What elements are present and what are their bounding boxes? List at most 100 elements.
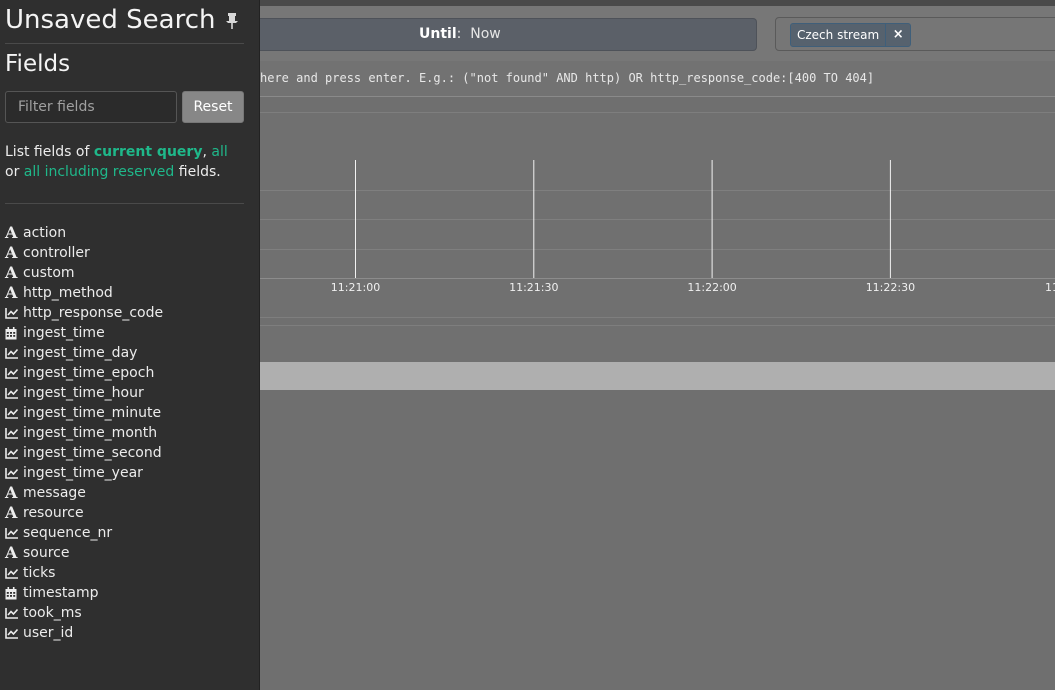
date-type-icon [5, 586, 21, 600]
field-item[interactable]: Aresource [5, 503, 245, 523]
numeric-type-icon [5, 386, 21, 400]
results-header-row [260, 325, 1055, 362]
numeric-type-icon [5, 346, 21, 360]
until-label: Until [419, 26, 457, 42]
pin-icon[interactable] [224, 12, 240, 30]
field-item[interactable]: ticks [5, 563, 245, 583]
all-reserved-link[interactable]: all including reserved [24, 164, 175, 180]
field-name: message [23, 485, 86, 501]
field-name: ingest_time_hour [23, 385, 144, 401]
query-placeholder: here and press enter. E.g.: ("not found"… [260, 71, 875, 85]
remove-stream-icon[interactable]: × [886, 24, 910, 46]
string-type-icon: A [5, 503, 18, 522]
field-item[interactable]: ingest_time_day [5, 343, 245, 363]
field-name: user_id [23, 625, 74, 641]
all-fields-link[interactable]: all [211, 144, 227, 160]
field-name: took_ms [23, 605, 82, 621]
field-item[interactable]: sequence_nr [5, 523, 245, 543]
list-text-or: or [5, 164, 24, 180]
sidebar-divider [5, 43, 244, 44]
timerange-until: Until: Now [419, 26, 501, 42]
fields-heading: Fields [5, 51, 71, 77]
x-tick-label: 11:21:00 [331, 281, 380, 294]
field-item[interactable]: ingest_time_second [5, 443, 245, 463]
numeric-type-icon [5, 406, 21, 420]
filter-fields-input[interactable] [5, 91, 177, 123]
field-item[interactable]: Amessage [5, 483, 245, 503]
field-name: source [23, 545, 70, 561]
field-name: ticks [23, 565, 56, 581]
query-input[interactable]: here and press enter. E.g.: ("not found"… [260, 61, 1055, 97]
search-title: Unsaved Search [5, 5, 216, 35]
string-type-icon: A [5, 243, 18, 262]
field-item[interactable]: ingest_time_hour [5, 383, 245, 403]
current-query-link[interactable]: current query [94, 144, 203, 160]
field-item[interactable]: Asource [5, 543, 245, 563]
field-item[interactable]: user_id [5, 623, 245, 643]
field-name: ingest_time_year [23, 465, 143, 481]
x-tick-label: 11: [1045, 281, 1055, 294]
list-fields-description: List fields of current query, all or all… [5, 142, 245, 182]
field-item[interactable]: took_ms [5, 603, 245, 623]
field-name: http_response_code [23, 305, 164, 321]
field-item[interactable]: ingest_time_month [5, 423, 245, 443]
timerange-until-box[interactable]: Until: Now [260, 18, 757, 51]
numeric-type-icon [5, 446, 21, 460]
field-item[interactable]: ingest_time [5, 323, 245, 343]
field-list: Aaction Acontroller Acustom Ahttp_method htt… [5, 223, 245, 643]
until-separator: : [456, 26, 462, 42]
numeric-type-icon [5, 566, 21, 580]
numeric-type-icon [5, 526, 21, 540]
sidebar-divider [5, 203, 244, 204]
list-text-prefix: List fields of [5, 144, 94, 160]
field-item[interactable]: Aaction [5, 223, 245, 243]
field-item[interactable]: timestamp [5, 583, 245, 603]
numeric-type-icon [5, 366, 21, 380]
stream-tag: Czech stream × [790, 23, 912, 47]
field-name: sequence_nr [23, 525, 113, 541]
field-name: ingest_time_epoch [23, 365, 155, 381]
field-name: timestamp [23, 585, 99, 601]
field-item[interactable]: ingest_time_minute [5, 403, 245, 423]
x-tick-label: 11:22:30 [866, 281, 915, 294]
field-name: custom [23, 265, 75, 281]
string-type-icon: A [5, 223, 18, 242]
field-name: resource [23, 505, 84, 521]
x-tick-label: 11:22:00 [687, 281, 736, 294]
stream-tag-label: Czech stream [791, 24, 887, 46]
date-type-icon [5, 326, 21, 340]
until-value: Now [470, 26, 501, 42]
field-item[interactable]: Acustom [5, 263, 245, 283]
string-type-icon: A [5, 263, 18, 282]
field-name: ingest_time_second [23, 445, 162, 461]
results-bar [260, 362, 1055, 390]
numeric-type-icon [5, 606, 21, 620]
x-tick-label: 11:21:30 [509, 281, 558, 294]
field-name: ingest_time_day [23, 345, 138, 361]
list-text-suffix: fields. [174, 164, 221, 180]
sidebar: Unsaved Search Fields Reset List fields … [0, 0, 260, 690]
search-bar-row: Until: Now Czech stream × [260, 6, 1055, 61]
field-name: ingest_time_minute [23, 405, 162, 421]
reset-button[interactable]: Reset [182, 91, 244, 123]
histogram-panel: 11:21:00 11:21:30 11:22:00 11:22:30 11: [260, 112, 1055, 318]
histogram-chart: 11:21:00 11:21:30 11:22:00 11:22:30 11: [260, 160, 1055, 294]
field-name: controller [23, 245, 90, 261]
field-item[interactable]: ingest_time_epoch [5, 363, 245, 383]
search-main-area: Until: Now Czech stream × here and press… [260, 0, 1055, 690]
streams-select[interactable]: Czech stream × [775, 17, 1055, 51]
field-item[interactable]: Acontroller [5, 243, 245, 263]
field-item[interactable]: Ahttp_method [5, 283, 245, 303]
field-name: ingest_time_month [23, 425, 158, 441]
string-type-icon: A [5, 283, 18, 302]
field-name: http_method [23, 285, 113, 301]
field-name: action [23, 225, 67, 241]
field-name: ingest_time [23, 325, 105, 341]
string-type-icon: A [5, 483, 18, 502]
numeric-type-icon [5, 466, 21, 480]
numeric-type-icon [5, 626, 21, 640]
field-item[interactable]: http_response_code [5, 303, 245, 323]
numeric-type-icon [5, 426, 21, 440]
field-item[interactable]: ingest_time_year [5, 463, 245, 483]
string-type-icon: A [5, 543, 18, 562]
